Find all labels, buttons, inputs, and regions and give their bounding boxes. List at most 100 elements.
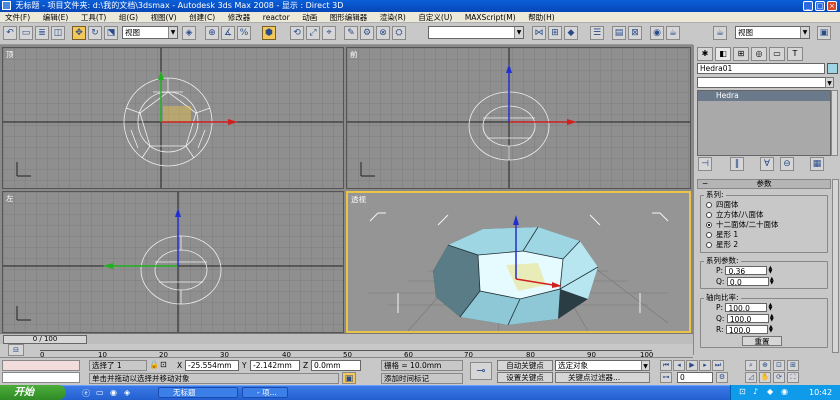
menu-rendering[interactable]: 渲染(R) <box>375 12 411 22</box>
family-param-p-spinner[interactable]: P: 0.36 ▲ ▼ <box>716 266 773 277</box>
select-and-move-icon[interactable]: ✥ <box>72 26 86 40</box>
family-tetra-radio[interactable]: 四面体 <box>706 200 739 209</box>
add-time-tag-button[interactable]: 添加时间标记 <box>381 373 463 384</box>
named-selection-dropdown[interactable]: ▼ <box>428 26 524 39</box>
stack-scrollbar[interactable] <box>831 90 838 156</box>
start-button[interactable]: 开始 <box>0 385 66 400</box>
render-setup-icon[interactable]: ⛭ <box>392 26 406 40</box>
maximize-button[interactable]: □ <box>815 1 825 11</box>
selection-region-icon[interactable]: ◫ <box>51 26 65 40</box>
parameters-rollout-header[interactable]: − 参数 <box>697 179 831 189</box>
spinner-arrows-icon[interactable]: ▲ ▼ <box>769 277 775 286</box>
zoom-icon[interactable]: ⌕ <box>745 360 757 371</box>
align-icon[interactable]: ⤢ <box>306 26 320 40</box>
time-config-icon[interactable]: ⚙ <box>716 372 728 383</box>
spinner-arrows-icon[interactable]: ▲ ▼ <box>767 303 773 312</box>
chevron-down-icon[interactable]: ▼ <box>825 77 834 88</box>
quicklaunch-app-icon[interactable]: ◈ <box>124 388 130 397</box>
select-and-rotate-icon[interactable]: ↻ <box>88 26 102 40</box>
select-and-scale-icon[interactable]: ⬔ <box>104 26 118 40</box>
key-mode-icon[interactable]: ⊶ <box>660 372 672 383</box>
maxscript-mini-listener[interactable] <box>2 372 80 383</box>
menu-maxscript[interactable]: MAXScript(M) <box>460 12 521 22</box>
render-icon[interactable]: ◉ <box>650 26 664 40</box>
maximize-viewport-icon[interactable]: ⛶ <box>787 372 799 383</box>
tray-app-icon[interactable]: ◉ <box>781 387 788 396</box>
track-view-icon[interactable]: ▤ <box>612 26 626 40</box>
pin-stack-icon[interactable]: ⊣ <box>698 157 712 171</box>
viewport-top[interactable]: 顶 <box>2 47 344 189</box>
layer-manager-icon[interactable]: ⌖ <box>322 26 336 40</box>
close-button[interactable]: × <box>827 1 837 11</box>
select-manipulate-icon[interactable]: ⬢ <box>262 26 276 40</box>
normal-align-icon[interactable]: ◆ <box>564 26 578 40</box>
current-frame-input[interactable]: 0 <box>677 372 713 383</box>
pivot-center-icon[interactable]: ◈ <box>182 26 196 40</box>
transform-mode-icon[interactable]: ⊡ <box>160 360 167 369</box>
viewport-front[interactable]: 前 <box>346 47 691 189</box>
panel-scrollbar[interactable] <box>832 179 839 353</box>
minimize-button[interactable]: _ <box>803 1 813 11</box>
viewport-front-label[interactable]: 前 <box>350 49 358 60</box>
maxscript-listener[interactable] <box>2 360 80 371</box>
family-param-p-input[interactable]: 0.36 <box>725 266 768 276</box>
spinner-arrows-icon[interactable]: ▲ ▼ <box>767 266 773 275</box>
family-dodec-radio[interactable]: 十二面体/二十面体 <box>706 220 779 229</box>
viewport-top-label[interactable]: 顶 <box>6 49 14 60</box>
quicklaunch-ie-icon[interactable]: ⓔ <box>82 388 90 399</box>
teapot-icon[interactable]: ☕ <box>713 26 727 40</box>
configure-modifier-sets-icon[interactable]: ▦ <box>810 157 824 171</box>
axis-ratio-q-input[interactable]: 100.0 <box>726 314 769 324</box>
zoom-all-icon[interactable]: ⊕ <box>759 360 771 371</box>
modifier-list-dropdown[interactable] <box>697 77 833 88</box>
object-color-swatch[interactable] <box>827 63 838 74</box>
axis-ratio-r-spinner[interactable]: R: 100.0 ▲ ▼ <box>716 325 774 336</box>
render-frame-icon[interactable]: ▣ <box>817 26 831 40</box>
create-tab-icon[interactable]: ✱ <box>697 47 713 61</box>
chevron-down-icon[interactable]: ▼ <box>641 360 650 371</box>
curve-editor-icon[interactable]: ✎ <box>344 26 358 40</box>
motion-tab-icon[interactable]: ◎ <box>751 47 767 61</box>
play-icon[interactable]: ▶ <box>686 360 698 371</box>
family-cube-radio[interactable]: 立方体/八面体 <box>706 210 764 219</box>
x-coordinate-input[interactable]: -25.554mm <box>185 360 239 371</box>
axis-ratio-q-spinner[interactable]: Q: 100.0 ▲ ▼ <box>716 314 775 325</box>
time-slider-thumb[interactable]: 0 / 100 <box>3 335 87 344</box>
y-coordinate-input[interactable]: -2.142mm <box>250 360 300 371</box>
family-star2-radio[interactable]: 星形 2 <box>706 240 738 249</box>
spinner-arrows-icon[interactable]: ▲ ▼ <box>769 314 775 323</box>
undo-icon[interactable]: ↶ <box>3 26 17 40</box>
menu-animation[interactable]: 动画 <box>297 12 322 22</box>
menu-reactor[interactable]: reactor <box>258 12 295 22</box>
mirror-icon[interactable]: ⟲ <box>290 26 304 40</box>
pan-icon[interactable]: ✋ <box>759 372 771 383</box>
schematic-icon[interactable]: ⊠ <box>628 26 642 40</box>
select-object-icon[interactable]: ▭ <box>19 26 33 40</box>
angle-snap-icon[interactable]: ∡ <box>221 26 235 40</box>
key-selection-dropdown[interactable]: 选定对象 <box>555 360 650 371</box>
viewport-render-dropdown[interactable]: 视图 ▼ <box>735 26 810 39</box>
tray-shield-icon[interactable]: ◆ <box>767 387 773 396</box>
field-of-view-icon[interactable]: ◿ <box>745 372 757 383</box>
spinner-arrows-icon[interactable]: ▲ ▼ <box>768 325 774 334</box>
orbit-icon[interactable]: ⟳ <box>773 372 785 383</box>
schematic-view-icon[interactable]: ⚙ <box>360 26 374 40</box>
material-editor-icon[interactable]: ⊗ <box>376 26 390 40</box>
menu-tools[interactable]: 工具(T) <box>76 12 111 22</box>
z-coordinate-input[interactable]: 0.0mm <box>311 360 361 371</box>
axis-ratio-p-spinner[interactable]: P: 100.0 ▲ ▼ <box>716 303 773 314</box>
hierarchy-tab-icon[interactable]: ⊞ <box>733 47 749 61</box>
zoom-extents-all-icon[interactable]: ⊞ <box>787 360 799 371</box>
remove-modifier-icon[interactable]: ⊖ <box>780 157 794 171</box>
select-by-name-icon[interactable]: ≣ <box>35 26 49 40</box>
lock-selection-icon[interactable]: 🔒 <box>149 360 159 369</box>
go-to-start-icon[interactable]: ⏮ <box>660 360 672 371</box>
zoom-extents-icon[interactable]: ⊡ <box>773 360 785 371</box>
viewport-left[interactable]: 左 <box>2 191 344 333</box>
set-key-icon[interactable]: ⊸ <box>470 362 492 380</box>
axis-ratio-r-input[interactable]: 100.0 <box>725 325 768 335</box>
make-unique-icon[interactable]: ∀ <box>760 157 774 171</box>
reference-coordinate-dropdown[interactable]: 视图 ▼ <box>122 26 178 39</box>
tray-volume-icon[interactable]: ♪ <box>753 387 758 396</box>
taskbar-item-3dsmax[interactable]: 无标题 <box>158 387 238 398</box>
